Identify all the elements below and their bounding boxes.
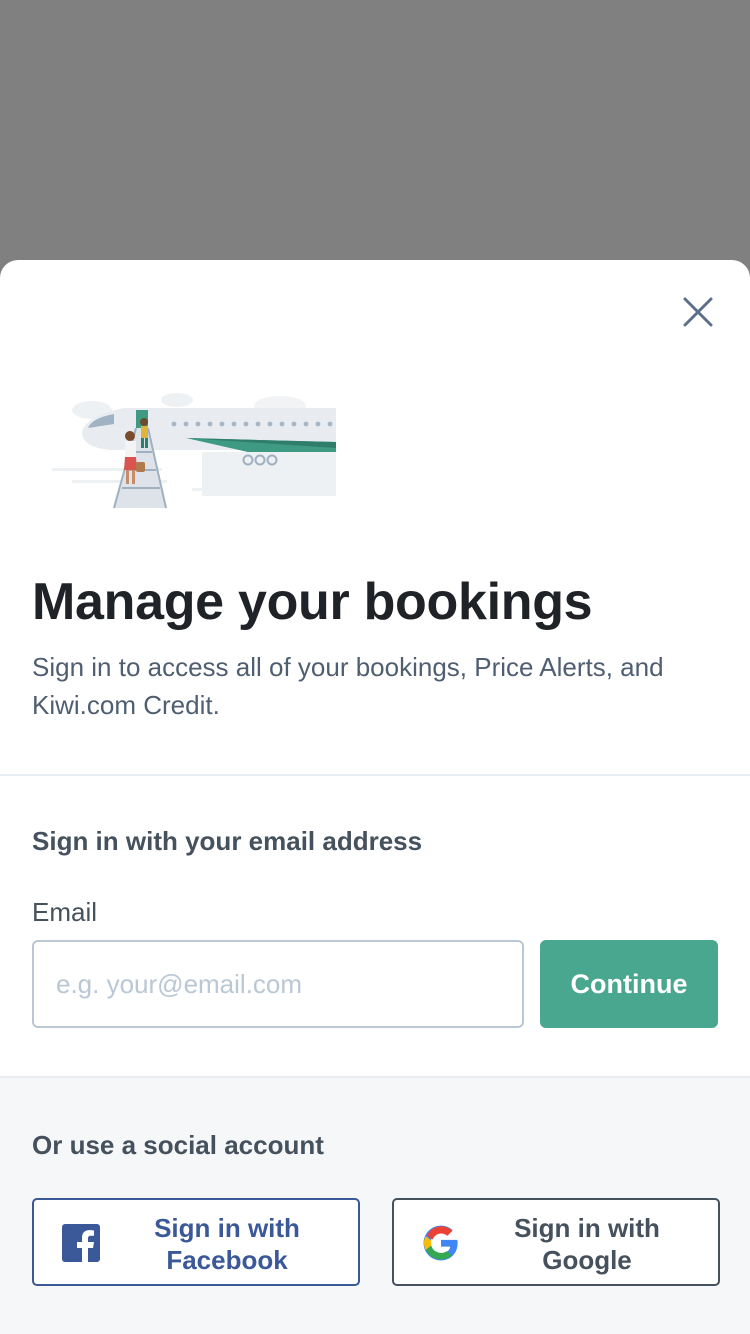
close-icon — [683, 297, 713, 327]
airplane-boarding-illustration — [52, 393, 336, 509]
facebook-button-label: Sign in with Facebook — [154, 1213, 300, 1275]
facebook-icon — [62, 1224, 100, 1262]
email-section-heading: Sign in with your email address — [32, 826, 423, 856]
close-button[interactable] — [678, 292, 718, 332]
email-label: Email — [32, 897, 98, 927]
page-subtitle: Sign in to access all of your bookings, … — [32, 652, 664, 720]
continue-button[interactable]: Continue — [540, 940, 718, 1028]
social-section: Or use a social account Sign in with Fac… — [0, 1076, 750, 1334]
facebook-sign-in-button[interactable]: Sign in with Facebook — [32, 1198, 360, 1286]
google-sign-in-button[interactable]: Sign in with Google — [392, 1198, 720, 1286]
social-section-heading: Or use a social account — [32, 1130, 324, 1160]
google-button-label: Sign in with Google — [514, 1213, 660, 1275]
sign-in-modal: Manage your bookings Sign in to access a… — [0, 260, 750, 1334]
page-title: Manage your bookings — [32, 573, 593, 631]
google-icon — [423, 1225, 458, 1261]
section-divider — [0, 774, 750, 776]
email-input[interactable] — [32, 940, 524, 1028]
